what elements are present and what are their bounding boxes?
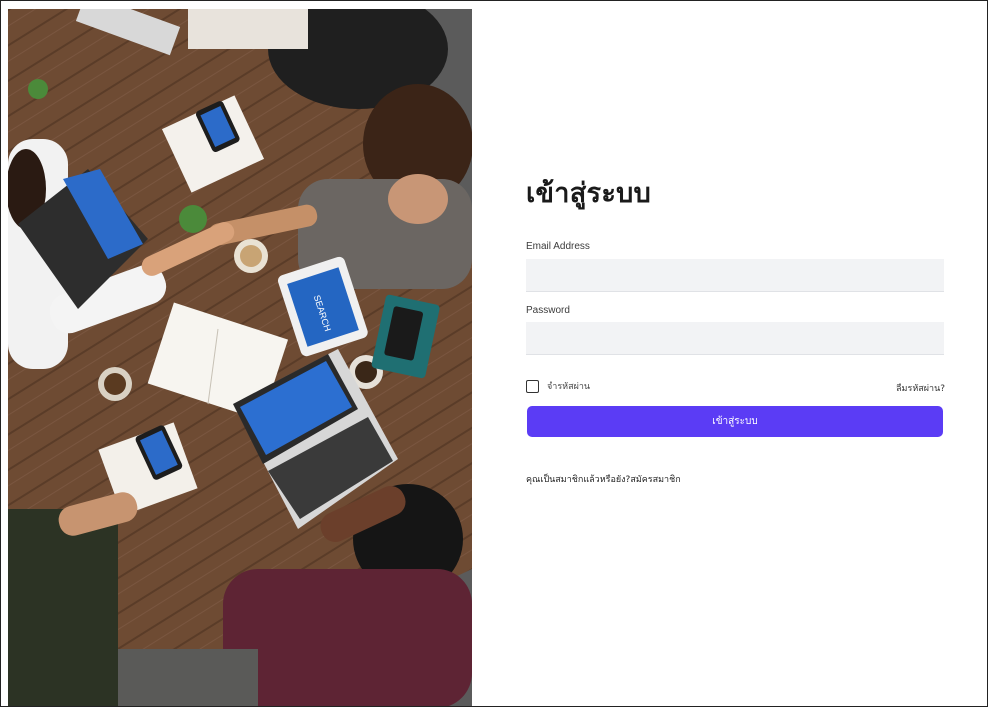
signup-link[interactable]: สมัครสมาชิก	[630, 475, 680, 485]
signup-prompt: คุณเป็นสมาชิกแล้วหรือยัง?สมัครสมาชิก	[526, 472, 681, 486]
remember-label: จำรหัสผ่าน	[547, 382, 591, 392]
remember-checkbox[interactable]	[526, 379, 539, 393]
signup-prompt-text: คุณเป็นสมาชิกแล้วหรือยัง?	[526, 475, 631, 485]
password-field[interactable]	[526, 322, 944, 355]
page-title: เข้าสู่ระบบ	[526, 178, 652, 209]
team-meeting-illustration: SEARCH	[8, 9, 472, 706]
login-form: เข้าสู่ระบบ Email Address Password จำรหั…	[472, 9, 987, 706]
email-field[interactable]	[526, 259, 944, 292]
login-page: SEARCH เข้าสู่ระบบ Email Address Passwor…	[0, 0, 988, 707]
password-label: Password	[526, 305, 570, 316]
login-button[interactable]: เข้าสู่ระบบ	[527, 406, 943, 437]
email-label: Email Address	[526, 241, 590, 252]
forgot-password-link[interactable]: ลืมรหัสผ่าน?	[896, 381, 945, 395]
team-meeting-photo: SEARCH	[8, 9, 472, 706]
remember-me[interactable]: จำรหัสผ่าน	[526, 379, 590, 393]
